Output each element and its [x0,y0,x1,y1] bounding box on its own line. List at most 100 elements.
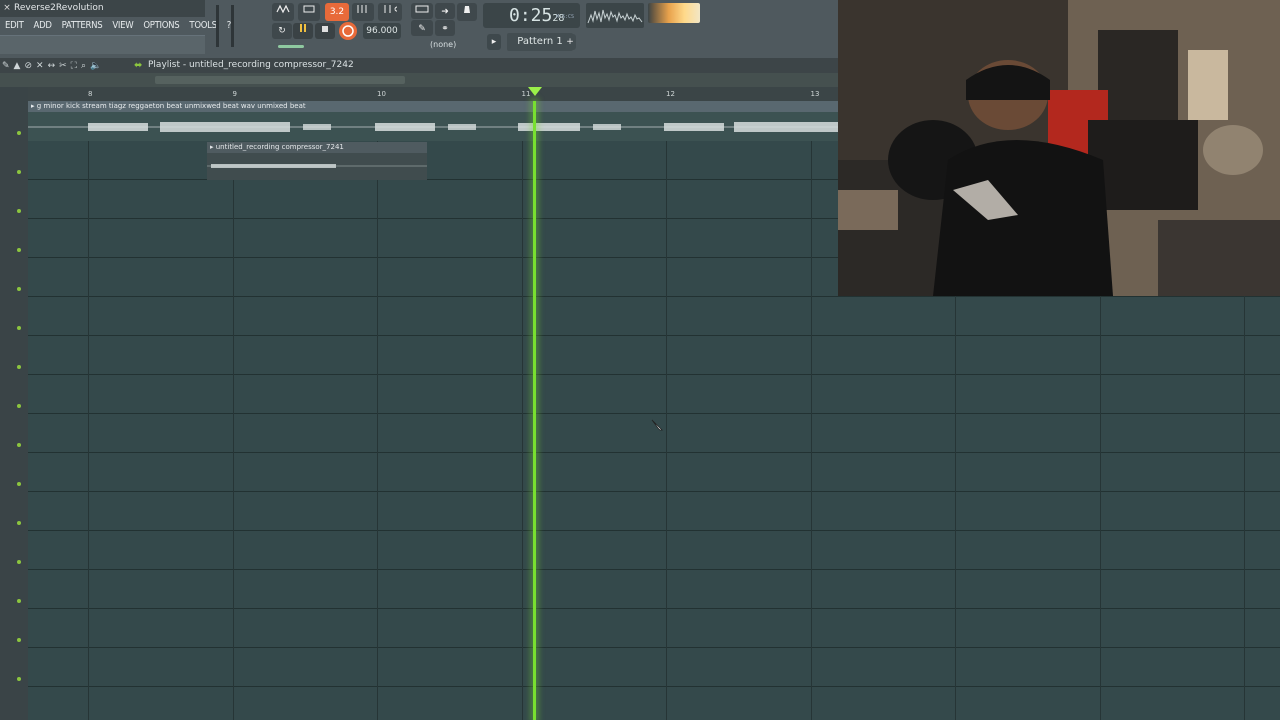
track-activity-dot[interactable] [17,599,21,603]
loop-record-button[interactable]: ↻ [272,23,292,39]
waveform-monitor [586,3,644,28]
track-activity-dot[interactable] [17,287,21,291]
track-activity-dot[interactable] [17,170,21,174]
playhead-marker[interactable] [528,87,542,96]
audio-clip-recording[interactable]: ▸ untitled_recording compressor_7241 [207,142,427,180]
pencil-cursor-icon [651,419,663,431]
time-ruler[interactable]: 8 9 10 11 12 13 [28,87,838,101]
add-pattern-button[interactable]: + [564,34,576,50]
bar-line [810,101,812,720]
master-pitch-slider[interactable] [231,5,234,47]
paint-tool-icon[interactable]: ▲ [14,61,21,71]
track-activity-dot[interactable] [17,443,21,447]
countdown-button[interactable] [378,3,402,21]
song-time-display: 0:2528 M:S:CS [483,3,580,28]
pattern-prev-button[interactable]: ▸ [487,34,501,50]
track-activity-dot[interactable] [17,209,21,213]
bars-icon [357,5,367,13]
pencil-tool-button[interactable]: ✎ [411,20,433,36]
step-edit-button[interactable]: ➜ [435,3,455,19]
countdown-icon [384,5,400,13]
typing-keyboard-button[interactable] [411,3,433,19]
bar-line [232,101,234,720]
master-volume-slider[interactable] [216,5,219,47]
ruler-tick: 12 [666,90,675,98]
playback-tool-icon[interactable]: 🔈 [90,61,101,71]
clip-recording-label: untitled_recording compressor_7241 [215,143,344,151]
stop-button[interactable] [315,23,335,39]
track-activity-dot[interactable] [17,521,21,525]
delete-tool-icon[interactable]: ⊘ [24,61,32,71]
plus-icon: + [566,37,574,47]
clip-main-name: ▸ g minor kick stream tiagz reggaeton be… [28,101,838,112]
keyboard-icon [415,5,429,13]
track-header-strip [0,87,28,720]
snap-selector[interactable]: (none) [430,40,456,49]
menu-patterns[interactable]: PATTERNS [57,17,108,35]
playlist-arrows-icon[interactable]: ⬌ [134,58,142,73]
playhead[interactable] [533,101,536,720]
playlist-scrollbar[interactable] [0,73,838,87]
metronome-icon [303,5,315,13]
time-main: 0:25 [509,5,553,26]
webcam-image [838,0,1280,296]
menu-view[interactable]: VIEW [107,17,138,35]
webcam-overlay [838,0,1280,296]
track-activity-dot[interactable] [17,638,21,642]
select-tool-icon[interactable]: ⛶ [71,61,77,71]
loop-icon: ↻ [278,26,286,36]
menu-bar: EDIT ADD PATTERNS VIEW OPTIONS TOOLS ? [0,17,236,35]
slip-tool-icon[interactable]: ↔ [48,61,56,71]
track-activity-dot[interactable] [17,248,21,252]
bar-line [88,101,89,720]
record-button[interactable] [339,22,357,40]
audio-clip-main[interactable]: ▸ g minor kick stream tiagz reggaeton be… [28,101,838,141]
track-activity-dot[interactable] [17,404,21,408]
metronome-button[interactable] [298,3,320,21]
menu-options[interactable]: OPTIONS [138,17,184,35]
bar-line [666,101,667,720]
bar-line [377,101,378,720]
menu-edit[interactable]: EDIT [0,17,29,35]
zoom-tool-icon[interactable]: ⌕ [81,61,86,71]
tempo-display[interactable]: 96.000 [363,23,401,39]
playlist-tools: ✎ ▲ ⊘ ✕ ↔ ✂ ⛶ ⌕ 🔈 [2,58,101,73]
playlist-title: Playlist - untitled_recording compressor… [148,60,354,70]
play-pause-button[interactable] [293,23,313,39]
track-activity-dot[interactable] [17,677,21,681]
track-activity-dot[interactable] [17,131,21,135]
wave-icon [276,4,290,14]
pencil-icon: ✎ [418,24,426,34]
link-icon: ⚭ [441,24,449,34]
pattern-song-toggle[interactable] [272,3,294,21]
bar-line [521,101,523,720]
wait-input-button[interactable] [352,3,374,21]
track-activity-dot[interactable] [17,560,21,564]
link-button[interactable]: ⚭ [435,20,455,36]
master-pitch-bar[interactable] [278,45,304,48]
track-activity-dot[interactable] [17,365,21,369]
clip-main-label: g minor kick stream tiagz reggaeton beat… [36,102,306,110]
step-size-display[interactable]: 3.2 [325,3,349,21]
bell-icon [464,6,470,13]
multilink-button[interactable] [457,3,477,21]
oscilloscope-icon [587,9,643,24]
scroll-thumb[interactable] [155,76,405,84]
slice-tool-icon[interactable]: ✂ [59,61,67,71]
clip-recording-name: ▸ untitled_recording compressor_7241 [207,142,427,153]
ruler-tick: 10 [377,90,386,98]
track-activity-dot[interactable] [17,326,21,330]
ruler-tick: 8 [88,90,93,98]
close-icon[interactable]: × [0,0,14,17]
pause-icon [300,24,306,32]
ruler-tick: 9 [232,90,237,98]
pencil-tool-icon[interactable]: ✎ [2,61,10,71]
stop-icon [322,26,328,32]
menu-add[interactable]: ADD [29,17,57,35]
mute-tool-icon[interactable]: ✕ [36,61,44,71]
time-unit-label: M:S:CS [555,14,574,20]
track-activity-dot[interactable] [17,482,21,486]
ruler-tick: 13 [810,90,820,98]
arrow-right-icon: ➜ [441,7,449,17]
app-title: Reverse2Revolution [14,3,104,13]
